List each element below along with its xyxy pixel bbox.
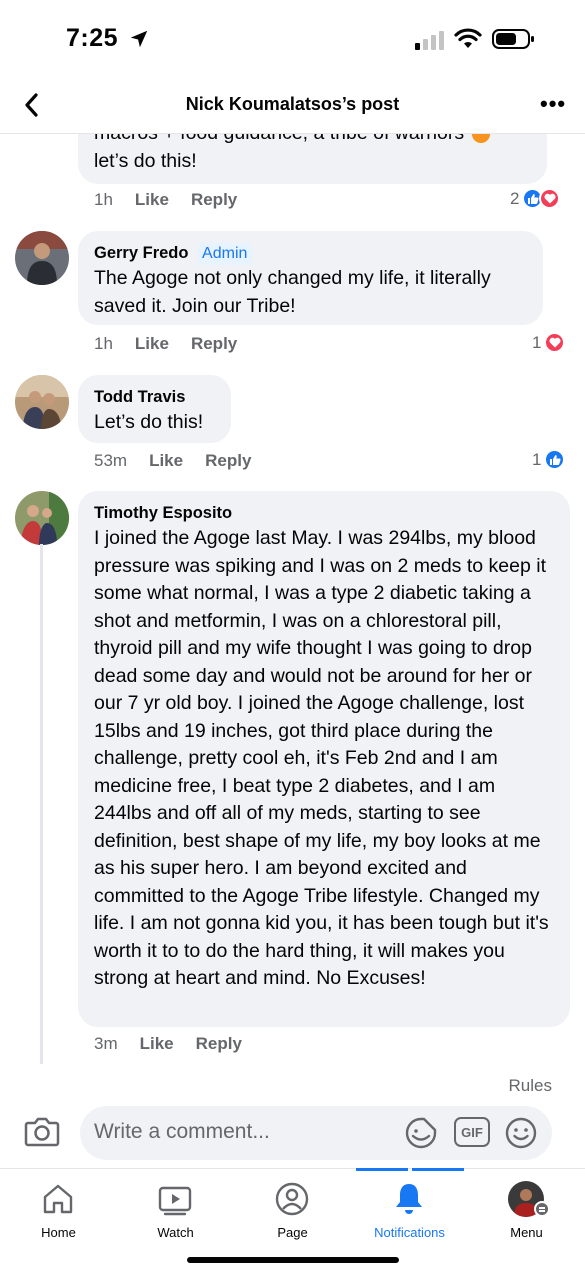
reaction-count: 1 xyxy=(532,332,542,352)
emoji-icon[interactable] xyxy=(504,1116,538,1150)
page-icon xyxy=(275,1182,309,1216)
bell-icon xyxy=(396,1184,422,1214)
like-button[interactable]: Like xyxy=(135,334,169,354)
comment-meta: 1h Like Reply xyxy=(94,334,237,354)
like-button[interactable]: Like xyxy=(149,451,183,471)
reaction-summary[interactable]: 1 xyxy=(532,449,566,470)
comment-text: I joined the Agoge last May. I was 294lb… xyxy=(94,527,549,989)
love-reaction-icon xyxy=(539,188,561,209)
reaction-summary[interactable]: 2 xyxy=(510,188,561,209)
nav-bar: Nick Koumalatsos’s post ••• xyxy=(0,80,585,134)
reply-button[interactable]: Reply xyxy=(191,190,237,210)
comment-composer[interactable]: GIF xyxy=(80,1106,552,1160)
gif-label: GIF xyxy=(461,1124,483,1140)
comment-text: macros + food guidance, a tribe of warri… xyxy=(94,134,464,148)
comment-meta: 1h Like Reply xyxy=(94,190,237,210)
camera-icon[interactable] xyxy=(24,1115,60,1147)
comment-text: The Agoge not only changed my life, it l… xyxy=(94,267,491,317)
menu-badge-icon xyxy=(534,1201,550,1217)
tab-label: Watch xyxy=(157,1225,194,1240)
status-bar: 7:25 xyxy=(0,0,585,80)
sticker-icon[interactable] xyxy=(404,1116,438,1150)
comment-text: let’s do this! xyxy=(94,149,197,172)
love-reaction-icon xyxy=(544,332,566,353)
admin-badge: Admin xyxy=(197,243,253,265)
reaction-summary[interactable]: 1 xyxy=(532,332,566,353)
comments-feed[interactable]: macros + food guidance, a tribe of warri… xyxy=(0,134,585,1064)
tab-page[interactable]: Page xyxy=(234,1169,351,1249)
comment-author[interactable]: Todd Travis xyxy=(94,385,215,409)
tab-label: Menu xyxy=(510,1225,543,1240)
avatar[interactable] xyxy=(15,491,69,545)
like-button[interactable]: Like xyxy=(135,190,169,210)
reaction-count: 2 xyxy=(510,188,520,208)
tab-notifications[interactable]: Notifications xyxy=(351,1169,468,1249)
tab-label: Home xyxy=(41,1225,76,1240)
watch-icon xyxy=(158,1186,192,1216)
comment-text: Let’s do this! xyxy=(94,411,204,433)
comment-bubble: macros + food guidance, a tribe of warri… xyxy=(78,134,547,184)
page-title: Nick Koumalatsos’s post xyxy=(185,94,400,114)
more-options-icon[interactable]: ••• xyxy=(540,93,566,115)
reaction-count: 1 xyxy=(532,449,542,469)
thread-line xyxy=(40,544,43,1064)
comment-bubble: Todd Travis Let’s do this! xyxy=(78,375,231,443)
battery-icon xyxy=(492,29,534,49)
reply-button[interactable]: Reply xyxy=(205,451,251,471)
comment-meta: 53m Like Reply xyxy=(94,451,251,471)
home-indicator xyxy=(187,1257,399,1263)
like-reaction-icon xyxy=(544,449,566,470)
comment-time: 3m xyxy=(94,1034,118,1053)
status-time: 7:25 xyxy=(66,24,119,52)
tab-menu[interactable]: Menu xyxy=(468,1169,585,1249)
like-button[interactable]: Like xyxy=(140,1034,174,1054)
comment-input[interactable] xyxy=(94,1120,394,1144)
comment-time: 53m xyxy=(94,451,128,470)
gif-icon[interactable]: GIF xyxy=(454,1117,490,1147)
fire-emoji-icon xyxy=(472,134,491,143)
tab-watch[interactable]: Watch xyxy=(117,1169,234,1249)
tab-home[interactable]: Home xyxy=(0,1169,117,1249)
location-arrow-icon xyxy=(130,30,148,48)
reply-button[interactable]: Reply xyxy=(191,334,237,354)
tab-label: Notifications xyxy=(374,1225,445,1240)
comment-meta: 3m Like Reply xyxy=(94,1034,242,1054)
comment-time: 1h xyxy=(94,190,113,209)
comment-time: 1h xyxy=(94,334,113,353)
reply-button[interactable]: Reply xyxy=(196,1034,242,1054)
avatar[interactable] xyxy=(15,375,69,429)
tab-label: Page xyxy=(277,1225,308,1240)
wifi-icon xyxy=(454,28,482,48)
cellular-signal-icon xyxy=(415,31,444,50)
rules-link[interactable]: Rules xyxy=(509,1076,552,1096)
comment-author[interactable]: Gerry Fredo xyxy=(94,244,188,262)
comment-bubble: Gerry Fredo Admin The Agoge not only cha… xyxy=(78,231,543,325)
home-icon xyxy=(43,1184,73,1214)
avatar[interactable] xyxy=(15,231,69,285)
comment-bubble: Timothy Esposito I joined the Agoge last… xyxy=(78,491,570,1027)
comment-author[interactable]: Timothy Esposito xyxy=(94,501,554,525)
